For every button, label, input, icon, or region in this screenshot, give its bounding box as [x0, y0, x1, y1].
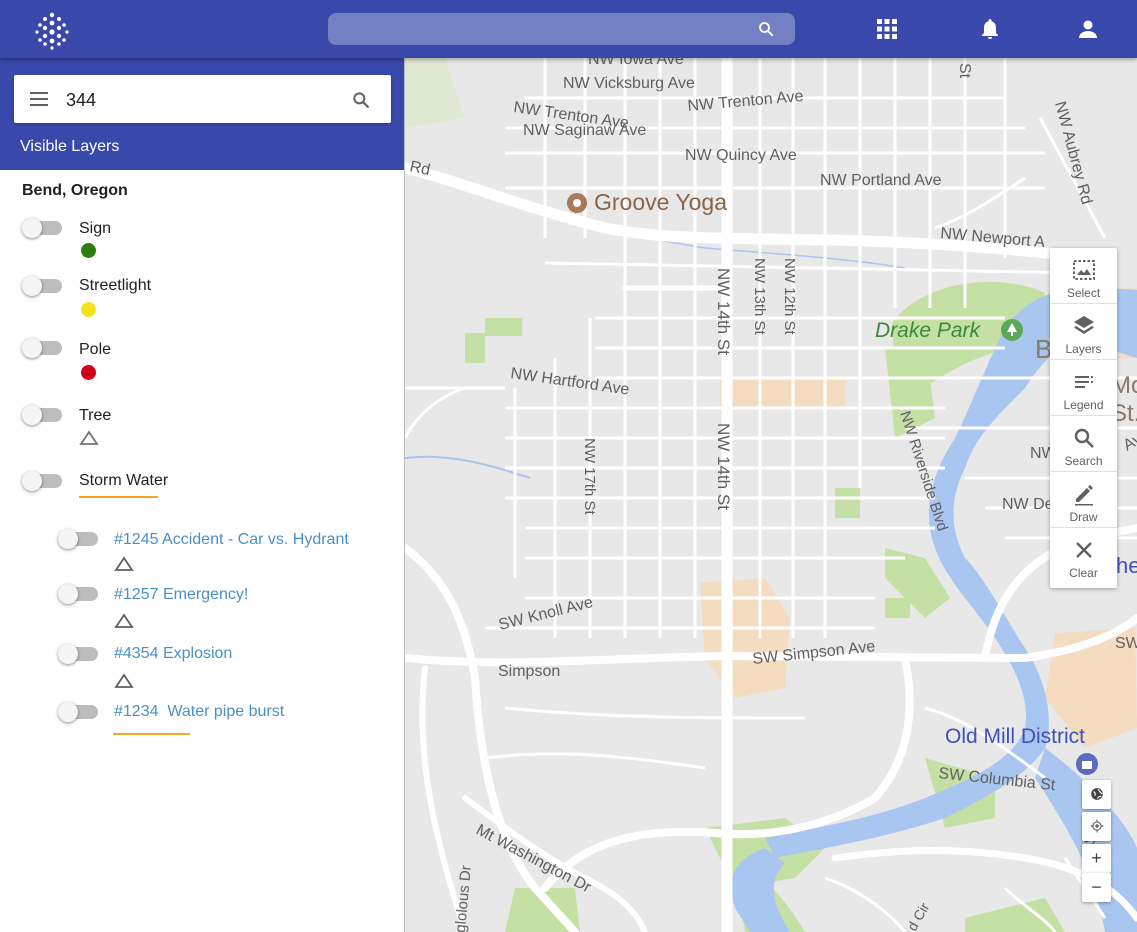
layer-toggle-pole[interactable]: [22, 338, 62, 358]
layer-name: Streetlight: [79, 277, 152, 294]
sublayer-toggle-1234[interactable]: [58, 702, 98, 722]
sublayer-toggle-4354[interactable]: [58, 644, 98, 664]
map-label-st-top: St: [956, 63, 973, 79]
map-label-nw14-south: NW 14th St: [714, 423, 733, 510]
legend-tool-label: Legend: [1063, 398, 1104, 412]
layer-toggle-sign[interactable]: [22, 218, 62, 238]
panel-header: Visible Layers: [0, 58, 404, 170]
draw-tool-label: Draw: [1069, 510, 1098, 524]
account-person-icon[interactable]: [1076, 17, 1100, 41]
select-tool-button[interactable]: Select: [1050, 248, 1117, 304]
zoom-in-button[interactable]: +: [1082, 844, 1111, 873]
map-label-sw-1: SW: [1115, 635, 1137, 652]
search-tool-button[interactable]: Search: [1050, 416, 1117, 472]
top-app-bar: [0, 0, 1137, 58]
incident-triangle-icon: [114, 613, 134, 628]
zoom-out-button[interactable]: −: [1082, 873, 1111, 902]
incident-triangle-icon: [114, 673, 134, 688]
layer-toggle-streetlight[interactable]: [22, 276, 62, 296]
visible-layers-title: Visible Layers: [20, 138, 120, 155]
map-label-vicksburg: NW Vicksburg Ave: [563, 75, 695, 92]
map-label-iowa: NW Iowa Ave: [588, 58, 684, 68]
draw-tool-button[interactable]: Draw: [1050, 472, 1117, 528]
map-tiles[interactable]: NW Iowa Ave NW Vicksburg Ave NW Trenton …: [405, 58, 1137, 932]
hamburger-menu-icon[interactable]: [30, 89, 48, 109]
select-tool-label: Select: [1066, 286, 1101, 300]
notifications-bell-icon[interactable]: [978, 17, 1002, 41]
pole-symbol-dot-icon: [81, 365, 96, 380]
map-poi-drake-park[interactable]: Drake Park: [875, 319, 982, 342]
pencil-icon: [1075, 485, 1093, 506]
layer-name: Sign: [79, 220, 112, 237]
globe-view-button[interactable]: [1082, 780, 1111, 809]
apps-grid-icon[interactable]: [875, 17, 899, 41]
streetlight-symbol-dot-icon: [81, 302, 96, 317]
search-icon[interactable]: [757, 20, 775, 38]
globe-icon: [1090, 788, 1103, 800]
map-label-quincy: NW Quincy Ave: [685, 147, 797, 164]
clear-tool-label: Clear: [1069, 566, 1098, 580]
layers-panel: Visible Layers Bend, Oregon Sign Streetl…: [0, 58, 405, 932]
sublayer-name[interactable]: #1245 Accident - Car vs. Hydrant: [114, 531, 349, 549]
map-toolbar: Select Layers Legend Search Draw Clear: [1050, 248, 1117, 588]
sublayer-name[interactable]: #1257 Emergency!: [114, 586, 248, 604]
map-label-nw13: NW 13th St: [751, 258, 768, 336]
layers-tool-label: Layers: [1065, 342, 1102, 356]
map-label-nw12: NW 12th St: [781, 258, 798, 336]
close-icon: [1076, 542, 1092, 558]
map-label-portland: NW Portland Ave: [820, 172, 942, 189]
map-label-he: he: [1116, 553, 1137, 578]
storm-water-symbol-line-icon: [79, 496, 158, 498]
layer-toggle-tree[interactable]: [22, 405, 62, 425]
layers-tool-button[interactable]: Layers: [1050, 304, 1117, 360]
map-label-saginaw: NW Saginaw Ave: [523, 122, 646, 139]
legend-list-icon: [1075, 376, 1093, 388]
sublayer-name[interactable]: #4354 Explosion: [114, 645, 232, 663]
clear-tool-button[interactable]: Clear: [1050, 528, 1117, 584]
crosshair-location-icon: [1090, 819, 1103, 833]
region-heading: Bend, Oregon: [22, 182, 128, 199]
global-search-input[interactable]: [328, 13, 795, 45]
incident-triangle-icon: [114, 556, 134, 571]
search-tool-label: Search: [1064, 454, 1103, 468]
sign-symbol-dot-icon: [81, 243, 96, 258]
sublayer-toggle-1245[interactable]: [58, 529, 98, 549]
app-logo-icon[interactable]: [32, 10, 72, 50]
water-pipe-symbol-line-icon: [113, 733, 190, 735]
map-label-nw17: NW 17th St: [581, 438, 598, 516]
layer-name: Tree: [79, 407, 112, 424]
search-icon: [1074, 428, 1094, 448]
layer-toggle-storm-water[interactable]: [22, 471, 62, 491]
layers-stack-icon: [1074, 316, 1094, 334]
panel-search-input[interactable]: [66, 87, 326, 113]
select-area-icon: [1073, 260, 1095, 280]
tree-symbol-triangle-icon: [79, 430, 99, 445]
search-icon[interactable]: [351, 90, 371, 110]
map-poi-old-mill[interactable]: Old Mill District: [945, 725, 1085, 748]
map-label-nw-de: NW De: [1002, 496, 1054, 513]
map-label-nw14-north: NW 14th St: [714, 268, 733, 355]
map-label-simpson: Simpson: [498, 663, 560, 680]
map-poi-groove-yoga[interactable]: Groove Yoga: [594, 189, 727, 215]
sublayer-name[interactable]: #1234 Water pipe burst: [114, 703, 284, 721]
map-canvas[interactable]: NW Iowa Ave NW Vicksburg Ave NW Trenton …: [405, 58, 1137, 932]
layer-name: Storm Water: [79, 472, 169, 489]
my-location-button[interactable]: [1082, 812, 1111, 841]
layer-name: Pole: [79, 341, 112, 358]
legend-tool-button[interactable]: Legend: [1050, 360, 1117, 416]
panel-search-box: [14, 75, 391, 123]
sublayer-toggle-1257[interactable]: [58, 584, 98, 604]
